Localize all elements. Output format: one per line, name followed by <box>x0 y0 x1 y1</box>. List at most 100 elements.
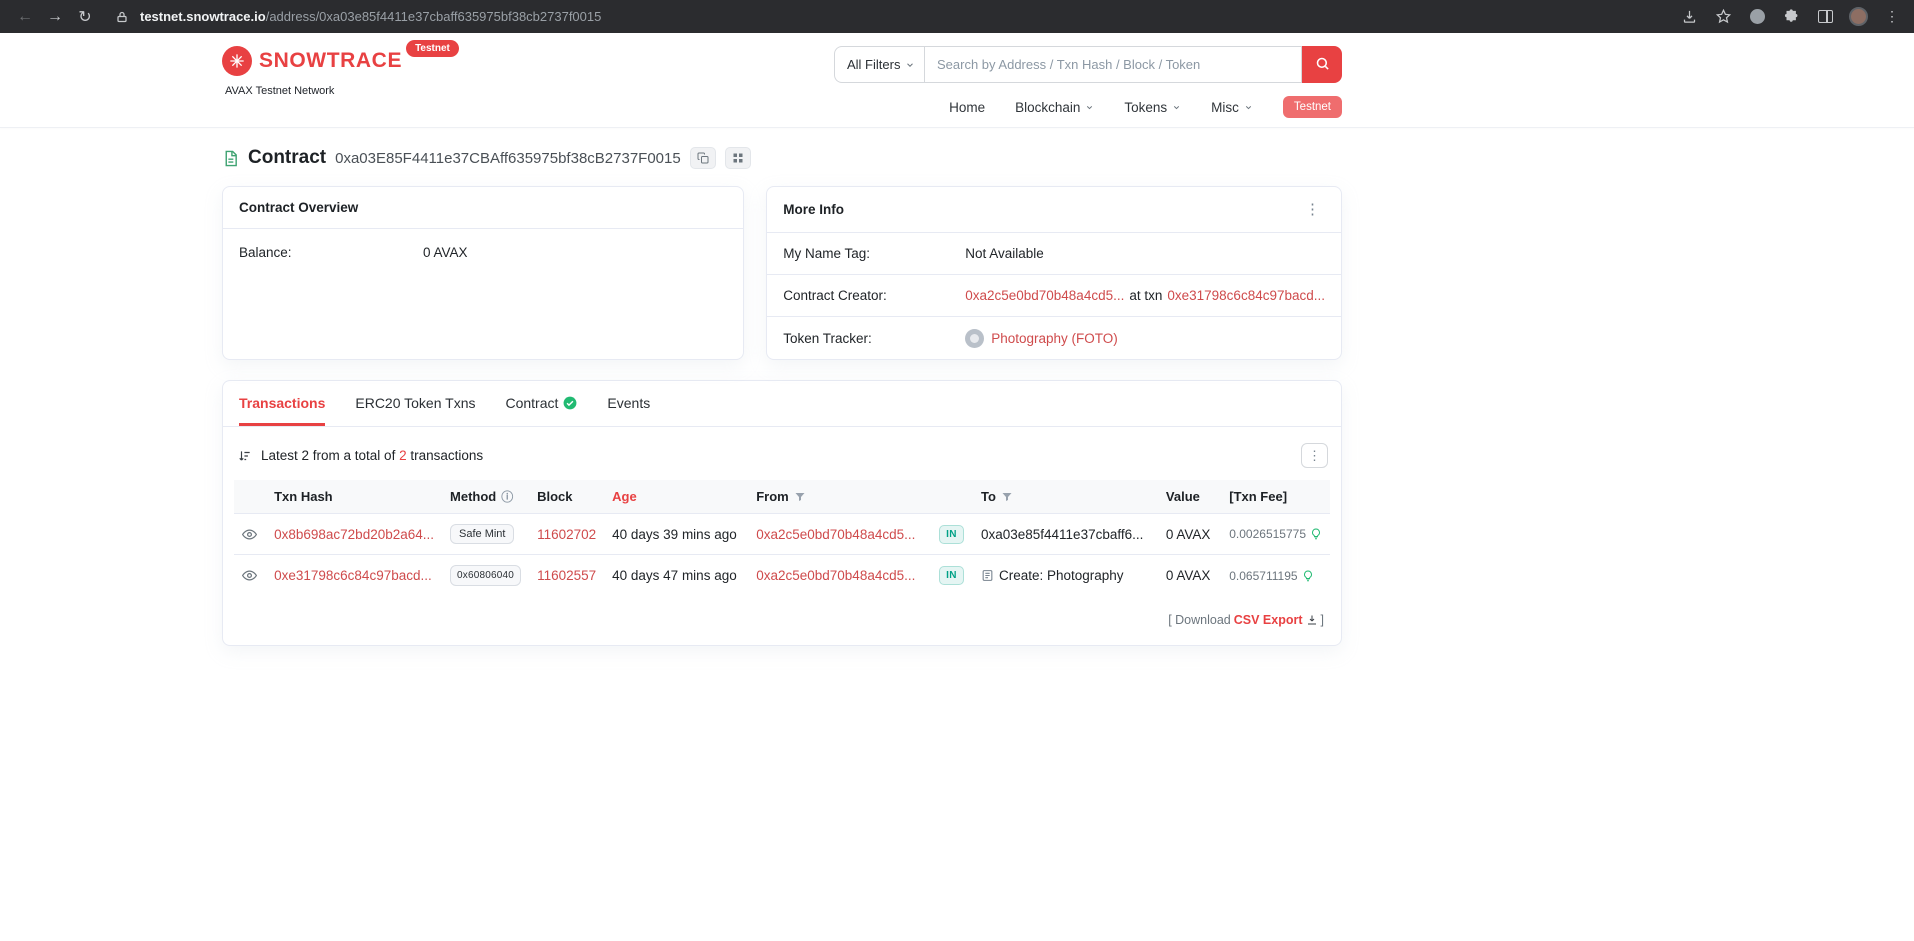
search-icon <box>1315 56 1330 74</box>
nav-misc[interactable]: Misc <box>1211 100 1253 115</box>
transactions-table: Txn Hash Method ⓘ Block Age From <box>234 480 1330 596</box>
header-value: Value <box>1158 480 1221 514</box>
search-filter-label: All Filters <box>847 57 900 72</box>
to-filter-icon[interactable] <box>1001 491 1013 503</box>
table-row: 0x8b698ac72bd20b2a64... Safe Mint 116027… <box>234 514 1330 555</box>
txn-hash-link[interactable]: 0x8b698ac72bd20b2a64... <box>274 527 434 542</box>
search-input[interactable] <box>924 46 1302 83</box>
txn-fee-text: 0.0026515775 <box>1229 527 1306 541</box>
method-info-icon[interactable]: ⓘ <box>501 488 513 505</box>
header-txn-hash: Txn Hash <box>266 480 442 514</box>
gas-bulb-icon <box>1302 570 1314 582</box>
header-eye-spacer <box>234 480 266 514</box>
token-tracker-link[interactable]: Photography (FOTO) <box>991 331 1118 346</box>
csv-prefix-text: [ Download <box>1168 613 1231 627</box>
balance-value: 0 AVAX <box>423 245 468 260</box>
contract-address: 0xa03E85F4411e37CBAff635975bf38cB2737F00… <box>335 150 681 167</box>
name-tag-label: My Name Tag: <box>783 246 965 261</box>
browser-menu-icon[interactable]: ⋮ <box>1882 7 1902 27</box>
snowtrace-logo[interactable]: SNOWTRACE Testnet <box>222 46 459 76</box>
nav-blockchain[interactable]: Blockchain <box>1015 100 1094 115</box>
verified-check-icon <box>563 396 577 410</box>
side-panel-icon[interactable] <box>1815 7 1835 27</box>
share-icon[interactable] <box>1679 7 1699 27</box>
preview-eye-icon[interactable] <box>242 568 258 583</box>
from-filter-icon[interactable] <box>794 491 806 503</box>
extension-badge-icon[interactable] <box>1747 7 1767 27</box>
nav-home[interactable]: Home <box>949 100 985 115</box>
from-address-link[interactable]: 0xa2c5e0bd70b48a4cd5... <box>756 527 915 542</box>
browser-toolbar: ← → ↻ testnet.snowtrace.io/address/0xa03… <box>0 0 1914 33</box>
header-method: Method ⓘ <box>442 480 529 514</box>
to-address-text: 0xa03e85f4411e37cbaff6... <box>981 527 1143 542</box>
copy-address-button[interactable] <box>690 147 716 169</box>
tab-events[interactable]: Events <box>607 395 650 426</box>
chevron-down-icon <box>1244 103 1253 112</box>
page-head: Contract 0xa03E85F4411e37CBAff635975bf38… <box>222 147 1342 169</box>
header-to: To <box>973 480 1158 514</box>
summary-total-count: 2 <box>399 448 407 463</box>
csv-export-link[interactable]: CSV Export <box>1234 613 1303 627</box>
contract-creator-label: Contract Creator: <box>783 288 965 303</box>
network-label: AVAX Testnet Network <box>225 85 459 97</box>
profile-avatar[interactable] <box>1849 7 1868 26</box>
summary-suffix: transactions <box>407 448 484 463</box>
tab-erc20-token-txns[interactable]: ERC20 Token Txns <box>355 395 475 426</box>
site-header: SNOWTRACE Testnet AVAX Testnet Network A… <box>0 33 1914 128</box>
download-icon[interactable] <box>1306 614 1318 626</box>
block-link[interactable]: 11602557 <box>537 568 596 583</box>
logo-testnet-badge: Testnet <box>406 40 459 57</box>
url-path: /address/0xa03e85f4411e37cbaff635975bf38… <box>266 9 602 24</box>
search-filter-select[interactable]: All Filters <box>834 46 924 83</box>
txn-hash-link[interactable]: 0xe31798c6c84c97bacd... <box>274 568 432 583</box>
more-info-menu-icon[interactable]: ⋮ <box>1300 200 1325 219</box>
table-options-button[interactable]: ⋮ <box>1301 443 1328 468</box>
extensions-puzzle-icon[interactable] <box>1781 7 1801 27</box>
token-logo-icon <box>965 329 984 348</box>
browser-forward-icon[interactable]: → <box>42 4 68 30</box>
chevron-down-icon <box>1172 103 1181 112</box>
logo-text: SNOWTRACE <box>259 46 402 76</box>
value-text: 0 AVAX <box>1166 568 1211 583</box>
browser-back-icon[interactable]: ← <box>12 4 38 30</box>
network-switch-button[interactable]: Testnet <box>1283 96 1342 118</box>
tab-contract[interactable]: Contract <box>505 395 577 426</box>
qr-code-button[interactable] <box>725 147 751 169</box>
block-link[interactable]: 11602702 <box>537 527 596 542</box>
nav-tokens[interactable]: Tokens <box>1124 100 1181 115</box>
creator-address-link[interactable]: 0xa2c5e0bd70b48a4cd5... <box>965 288 1124 303</box>
direction-badge: IN <box>939 525 964 544</box>
creator-join-text: at txn <box>1129 288 1162 303</box>
qr-grid-icon <box>732 152 744 164</box>
overview-card-title: Contract Overview <box>239 200 358 215</box>
method-badge: Safe Mint <box>450 524 514 544</box>
method-badge: 0x60806040 <box>450 565 521 586</box>
header-direction-spacer <box>931 480 973 514</box>
header-txn-fee: [Txn Fee] <box>1221 480 1330 514</box>
bookmark-star-icon[interactable] <box>1713 7 1733 27</box>
to-contract-creation-text: Create: Photography <box>999 568 1124 583</box>
table-row: 0xe31798c6c84c97bacd... 0x60806040 11602… <box>234 555 1330 597</box>
main-content: Contract 0xa03E85F4411e37CBAff635975bf38… <box>222 147 1342 646</box>
tab-bar: Transactions ERC20 Token Txns Contract E… <box>223 381 1341 427</box>
tab-transactions[interactable]: Transactions <box>239 395 325 426</box>
from-address-link[interactable]: 0xa2c5e0bd70b48a4cd5... <box>756 568 915 583</box>
table-header-row: Txn Hash Method ⓘ Block Age From <box>234 480 1330 514</box>
header-age-toggle[interactable]: Age <box>604 480 748 514</box>
age-text: 40 days 39 mins ago <box>612 527 737 542</box>
browser-refresh-icon[interactable]: ↻ <box>72 4 98 30</box>
contract-overview-card: Contract Overview Balance: 0 AVAX <box>222 186 744 360</box>
chevron-down-icon <box>905 60 915 70</box>
copy-icon <box>697 152 709 164</box>
value-text: 0 AVAX <box>1166 527 1211 542</box>
preview-eye-icon[interactable] <box>242 527 258 542</box>
balance-label: Balance: <box>239 245 423 260</box>
name-tag-value: Not Available <box>965 246 1044 261</box>
logo-block: SNOWTRACE Testnet AVAX Testnet Network <box>222 46 459 97</box>
contract-icon <box>222 150 239 167</box>
address-bar[interactable]: testnet.snowtrace.io/address/0xa03e85f44… <box>112 7 601 27</box>
creator-txn-link[interactable]: 0xe31798c6c84c97bacd... <box>1167 288 1325 303</box>
token-tracker-label: Token Tracker: <box>783 331 965 346</box>
summary-prefix: Latest 2 from a total of <box>261 448 399 463</box>
search-button[interactable] <box>1302 46 1342 83</box>
